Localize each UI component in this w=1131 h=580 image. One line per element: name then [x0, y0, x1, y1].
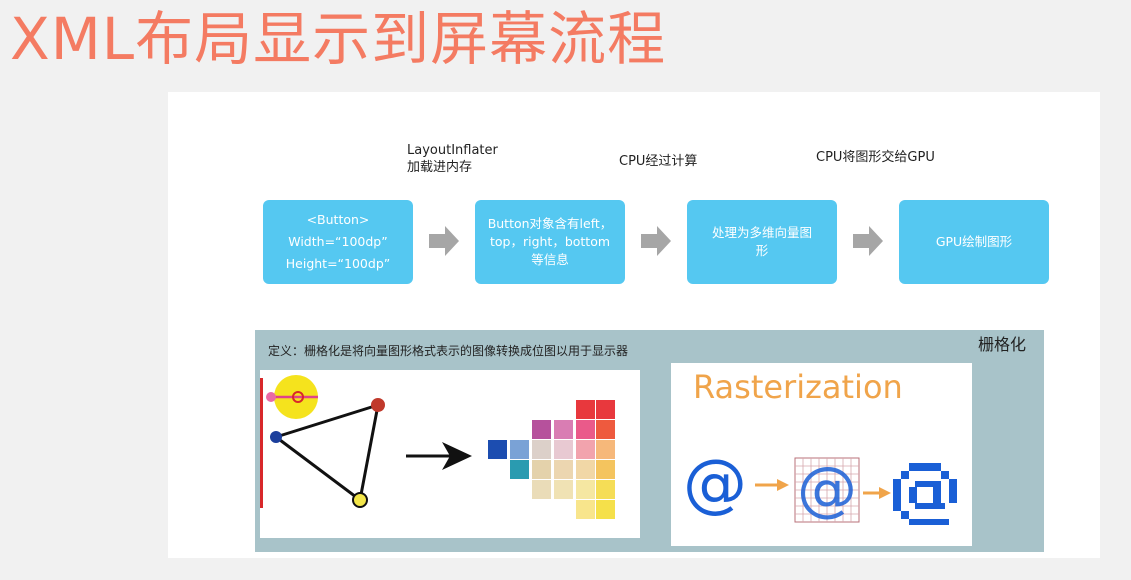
step-line: Height=“100dp” [285, 256, 391, 271]
vertex-red [371, 398, 385, 412]
rasterization-tag: 栅格化 [978, 335, 1027, 354]
transform-arrow-icon [879, 487, 891, 499]
vector-to-pixel-illustration [260, 370, 640, 538]
step-vector-processing: 处理为多维向量图 形 [687, 200, 837, 284]
step-line: top，right，bottom [489, 234, 611, 249]
flow-arrow-icon [641, 226, 671, 256]
rasterization-word: Rasterization [693, 368, 903, 406]
step-button-object: Button对象含有left， top，right，bottom 等信息 [475, 200, 625, 284]
step-line: <Button> [306, 212, 370, 227]
caption-cpu-calc: CPU经过计算 [619, 154, 698, 169]
flow-arrow-icon [429, 226, 459, 256]
page-title: XML布局显示到屏幕流程 [10, 5, 667, 73]
pixel-at [893, 463, 957, 525]
step-button-xml: <Button> Width=“100dp” Height=“100dp” [263, 200, 413, 284]
step-line: 等信息 [531, 252, 569, 267]
transform-arrow-icon [777, 479, 789, 491]
caption-inflater: LayoutInflater 加载进内存 [407, 142, 498, 176]
rasterization-definition: 定义：栅格化是将向量图形格式表示的图像转换成位图以用于显示器 [268, 344, 629, 358]
vertex-yellow [352, 492, 368, 508]
step-line: Button对象含有left， [487, 216, 613, 231]
vector-triangle [272, 402, 380, 503]
caption-inflater-line2: 加载进内存 [407, 160, 473, 175]
gridded-at: @ [794, 454, 860, 524]
flow-arrow-icon [853, 226, 883, 256]
vector-to-pixel-svg [260, 375, 615, 519]
vector-at-glyph: @ [683, 447, 747, 521]
step-line: Width=“100dp” [288, 234, 388, 249]
vertex-blue [270, 431, 282, 443]
step-gpu-draw: GPU绘制图形 [899, 200, 1049, 284]
red-mark [260, 378, 263, 508]
step-line: 处理为多维向量图 [711, 225, 812, 240]
step-line: GPU绘制图形 [935, 234, 1013, 249]
step-line: 形 [755, 243, 769, 258]
gridded-at-glyph: @ [797, 454, 857, 524]
pink-dot [266, 392, 276, 402]
caption-cpu-to-gpu: CPU将图形交给GPU [816, 150, 935, 165]
caption-inflater-line1: LayoutInflater [407, 143, 498, 158]
